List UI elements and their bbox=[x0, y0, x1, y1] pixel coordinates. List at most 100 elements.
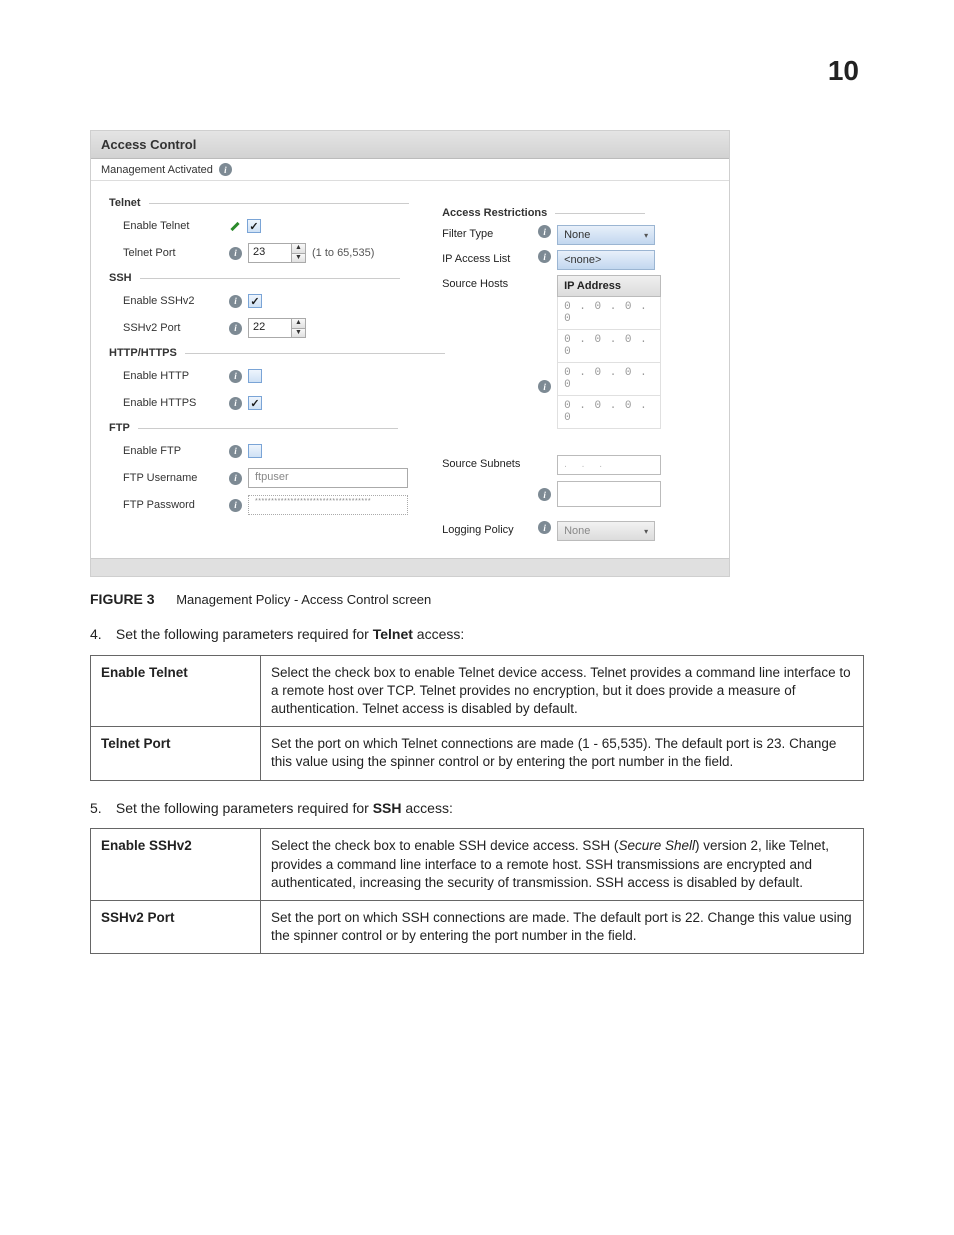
enable-telnet-label: Enable Telnet bbox=[123, 220, 223, 232]
info-icon[interactable]: i bbox=[229, 370, 242, 383]
enable-ssh-label: Enable SSHv2 bbox=[123, 295, 223, 307]
info-icon[interactable]: i bbox=[229, 397, 242, 410]
info-icon[interactable]: i bbox=[538, 521, 551, 534]
info-icon[interactable]: i bbox=[538, 380, 551, 393]
enable-http-checkbox[interactable] bbox=[248, 369, 262, 383]
access-control-panel: Access Control Management Activated i Te… bbox=[90, 130, 730, 577]
source-hosts-label: Source Hosts bbox=[442, 275, 532, 290]
spinner-up-icon[interactable]: ▲ bbox=[292, 244, 305, 254]
ftp-password-input[interactable]: ************************************ bbox=[248, 495, 408, 515]
cell-label: Telnet Port bbox=[91, 727, 261, 780]
logging-policy-value: None bbox=[564, 525, 590, 537]
ip-access-list-value: <none> bbox=[564, 254, 601, 266]
ftp-username-input[interactable]: ftpuser bbox=[248, 468, 408, 488]
step-text-before: Set the following parameters required fo… bbox=[116, 800, 373, 816]
cell-desc: Set the port on which SSH connections ar… bbox=[261, 900, 864, 953]
cell-label: Enable SSHv2 bbox=[91, 829, 261, 901]
spinner-down-icon[interactable]: ▼ bbox=[292, 329, 305, 338]
panel-left-column: Telnet Enable Telnet Telnet Port i 23 ▲▼… bbox=[91, 181, 436, 558]
filter-type-dropdown[interactable]: None ▾ bbox=[557, 225, 655, 245]
enable-http-label: Enable HTTP bbox=[123, 370, 223, 382]
group-telnet: Telnet bbox=[109, 197, 426, 209]
ip-row[interactable]: 0 . 0 . 0 . 0 bbox=[557, 297, 661, 330]
spinner-down-icon[interactable]: ▼ bbox=[292, 254, 305, 263]
info-icon[interactable]: i bbox=[219, 163, 232, 176]
telnet-port-label: Telnet Port bbox=[123, 247, 223, 259]
ip-row[interactable]: 0 . 0 . 0 . 0 bbox=[557, 330, 661, 363]
table-row: Enable SSHv2 Select the check box to ena… bbox=[91, 829, 864, 901]
cell-desc: Set the port on which Telnet connections… bbox=[261, 727, 864, 780]
figure-text: Management Policy - Access Control scree… bbox=[176, 592, 431, 607]
ftp-username-label: FTP Username bbox=[123, 472, 223, 484]
enable-ftp-checkbox[interactable] bbox=[248, 444, 262, 458]
table-row: Enable Telnet Select the check box to en… bbox=[91, 655, 864, 727]
panel-title: Access Control bbox=[91, 131, 729, 159]
cell-desc: Select the check box to enable SSH devic… bbox=[261, 829, 864, 901]
ssh-port-value[interactable]: 22 bbox=[249, 319, 291, 337]
step-text-bold: SSH bbox=[373, 800, 402, 816]
logging-policy-label: Logging Policy bbox=[442, 521, 532, 536]
panel-right-column: Access Restrictions Filter Type i None ▾… bbox=[436, 181, 729, 558]
filter-type-label: Filter Type bbox=[442, 225, 532, 240]
step-text-after: access: bbox=[413, 626, 464, 642]
telnet-port-input[interactable]: 23 ▲▼ bbox=[248, 243, 306, 263]
table-row: Telnet Port Set the port on which Telnet… bbox=[91, 727, 864, 780]
filter-type-value: None bbox=[564, 229, 590, 241]
enable-https-checkbox[interactable] bbox=[248, 396, 262, 410]
step-4: 4. Set the following parameters required… bbox=[90, 625, 864, 645]
info-icon[interactable]: i bbox=[229, 247, 242, 260]
panel-subtitle-row: Management Activated i bbox=[91, 159, 729, 181]
group-restrictions: Access Restrictions bbox=[442, 207, 729, 219]
enable-https-label: Enable HTTPS bbox=[123, 397, 223, 409]
ip-access-list-label: IP Access List bbox=[442, 250, 532, 265]
chevron-down-icon: ▾ bbox=[644, 527, 648, 536]
info-icon[interactable]: i bbox=[229, 322, 242, 335]
info-icon[interactable]: i bbox=[538, 225, 551, 238]
step-number: 4. bbox=[90, 625, 112, 645]
enable-telnet-checkbox[interactable] bbox=[247, 219, 261, 233]
info-icon[interactable]: i bbox=[538, 488, 551, 501]
ftp-password-label: FTP Password bbox=[123, 499, 223, 511]
figure-caption: FIGURE 3 Management Policy - Access Cont… bbox=[90, 591, 864, 607]
ssh-params-table: Enable SSHv2 Select the check box to ena… bbox=[90, 828, 864, 954]
table-row: SSHv2 Port Set the port on which SSH con… bbox=[91, 900, 864, 953]
step-text-after: access: bbox=[402, 800, 453, 816]
subnet-extra-box[interactable] bbox=[557, 481, 661, 507]
logging-policy-dropdown[interactable]: None ▾ bbox=[557, 521, 655, 541]
chevron-down-icon: ▾ bbox=[644, 231, 648, 240]
subnet-input[interactable]: . . . bbox=[557, 455, 661, 475]
step-text-before: Set the following parameters required fo… bbox=[116, 626, 373, 642]
panel-subtitle: Management Activated bbox=[101, 164, 213, 176]
ip-row[interactable]: 0 . 0 . 0 . 0 bbox=[557, 396, 661, 429]
enable-ftp-label: Enable FTP bbox=[123, 445, 223, 457]
group-http: HTTP/HTTPS bbox=[109, 347, 426, 359]
page-number: 10 bbox=[828, 55, 859, 87]
ssh-port-input[interactable]: 22 ▲▼ bbox=[248, 318, 306, 338]
step-5: 5. Set the following parameters required… bbox=[90, 799, 864, 819]
step-number: 5. bbox=[90, 799, 112, 819]
pencil-icon[interactable] bbox=[229, 220, 241, 232]
telnet-params-table: Enable Telnet Select the check box to en… bbox=[90, 655, 864, 781]
info-icon[interactable]: i bbox=[229, 445, 242, 458]
ssh-port-label: SSHv2 Port bbox=[123, 322, 223, 334]
ip-access-list-dropdown[interactable]: <none> bbox=[557, 250, 655, 270]
panel-footer bbox=[91, 558, 729, 576]
info-icon[interactable]: i bbox=[538, 250, 551, 263]
cell-label: SSHv2 Port bbox=[91, 900, 261, 953]
info-icon[interactable]: i bbox=[229, 295, 242, 308]
group-ftp: FTP bbox=[109, 422, 426, 434]
ip-address-header: IP Address bbox=[557, 275, 661, 297]
telnet-port-hint: (1 to 65,535) bbox=[312, 247, 374, 259]
enable-ssh-checkbox[interactable] bbox=[248, 294, 262, 308]
info-icon[interactable]: i bbox=[229, 472, 242, 485]
cell-desc: Select the check box to enable Telnet de… bbox=[261, 655, 864, 727]
spinner-up-icon[interactable]: ▲ bbox=[292, 319, 305, 329]
step-text-bold: Telnet bbox=[373, 626, 413, 642]
ip-row[interactable]: 0 . 0 . 0 . 0 bbox=[557, 363, 661, 396]
telnet-port-value[interactable]: 23 bbox=[249, 244, 291, 262]
source-hosts-table: IP Address 0 . 0 . 0 . 0 0 . 0 . 0 . 0 0… bbox=[557, 275, 661, 429]
figure-number: FIGURE 3 bbox=[90, 591, 155, 607]
cell-label: Enable Telnet bbox=[91, 655, 261, 727]
group-ssh: SSH bbox=[109, 272, 426, 284]
info-icon[interactable]: i bbox=[229, 499, 242, 512]
